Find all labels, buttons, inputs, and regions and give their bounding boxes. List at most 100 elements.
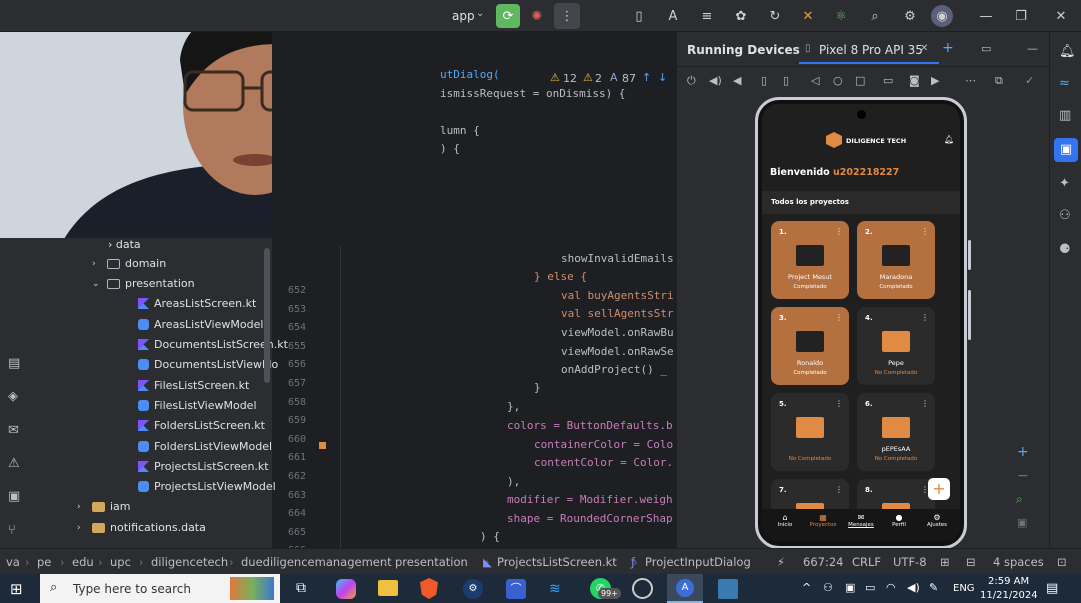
breadcrumb-item[interactable]: edu	[72, 555, 94, 569]
settings-icon[interactable]: ⚙	[899, 5, 921, 27]
windows-start-icon[interactable]: ⊞	[10, 580, 23, 598]
zoom-fit-icon[interactable]: ⌕	[1016, 492, 1023, 507]
project-card[interactable]: 4. ⋮ Pepe No Completado	[857, 307, 935, 385]
restore-icon[interactable]: ❐	[1010, 5, 1032, 27]
breadcrumb-item[interactable]: presentation	[395, 555, 468, 569]
phone-screen[interactable]: DILIGENCE TECH 🔔︎ Bienvenido u202218227 …	[762, 104, 960, 541]
window-icon[interactable]: ▭	[981, 42, 991, 55]
steam-icon[interactable]: ⚙	[463, 579, 483, 599]
tree-item[interactable]: FoldersListScreen.kt	[138, 419, 265, 432]
code-line[interactable]: shape = RoundedCornerShap	[507, 512, 673, 525]
rotate-left-icon[interactable]: ▯	[761, 74, 767, 87]
device-manager-tool-icon[interactable]: ⚇	[1059, 208, 1071, 223]
nav-item-mensajes[interactable]: ✉ Mensajes	[842, 513, 880, 528]
clock-date[interactable]: 11/21/2024	[980, 590, 1038, 601]
next-highlight-icon[interactable]: ↓	[658, 71, 667, 84]
code-line[interactable]: contentColor = Color.	[534, 456, 673, 469]
more-vert-icon[interactable]: ⋮	[835, 313, 843, 322]
file-encoding[interactable]: UTF-8	[893, 555, 927, 569]
code-line[interactable]: viewModel.onRawBu	[561, 326, 674, 339]
code-line[interactable]: ismissRequest = onDismiss) {	[440, 87, 625, 100]
terminal-icon[interactable]: ▣	[8, 489, 20, 504]
profiler-icon[interactable]: ≡	[696, 5, 718, 27]
code-line[interactable]: showInvalidEmails	[561, 252, 674, 265]
android-studio-task[interactable]: A	[667, 574, 703, 603]
power-icon[interactable]: ⏻	[687, 74, 696, 88]
code-line[interactable]: },	[507, 400, 520, 413]
chevron-right-icon[interactable]: ›	[92, 259, 102, 269]
rotate-right-icon[interactable]: ▯	[783, 74, 789, 87]
volume-up-icon[interactable]: ◀)	[709, 74, 722, 87]
screenshot-icon[interactable]: ◙	[909, 74, 920, 87]
file-explorer-icon[interactable]	[378, 580, 398, 596]
more-vert-icon[interactable]: ⋮	[921, 313, 929, 322]
layers-icon[interactable]: ≋	[549, 581, 561, 597]
git-icon[interactable]: ⑂	[8, 523, 16, 538]
tree-item[interactable]: DocumentsListViewMo	[138, 358, 278, 371]
more-vert-icon[interactable]: ⋮	[921, 227, 929, 236]
line-separator[interactable]: CRLF	[852, 555, 881, 569]
check-icon[interactable]: ✓	[1025, 74, 1034, 87]
add-device-icon[interactable]: +	[942, 40, 954, 56]
breadcrumb-item[interactable]: diligencetech	[151, 555, 228, 569]
action-center-icon[interactable]: ▤	[1046, 581, 1058, 596]
chevron-down-icon[interactable]: ⌄	[476, 8, 484, 19]
warning-count[interactable]: 12	[563, 72, 577, 85]
code-line[interactable]: onAddProject() _	[561, 363, 667, 376]
reader-mode-icon[interactable]: ⊞	[940, 555, 950, 569]
zoom-actual-icon[interactable]: ▣	[1017, 516, 1027, 529]
code-line[interactable]: ),	[507, 475, 520, 488]
color-preview-icon[interactable]	[319, 442, 326, 449]
android-icon[interactable]: ⚛	[830, 5, 852, 27]
tree-item[interactable]: AreasListScreen.kt	[138, 297, 256, 310]
code-line[interactable]: ) {	[480, 530, 500, 543]
minimize-panel-icon[interactable]: —	[1027, 42, 1038, 55]
breadcrumb-item[interactable]: ProjectInputDialog	[645, 555, 751, 569]
zoom-out-icon[interactable]: −	[1017, 468, 1029, 484]
tray-icon[interactable]: ▭	[865, 581, 875, 594]
phone-side-button[interactable]	[968, 240, 971, 270]
code-line[interactable]: containerColor = Colo	[534, 438, 673, 451]
tree-item-data-partial[interactable]: › data	[108, 238, 141, 251]
record-icon[interactable]: ▶	[931, 74, 939, 87]
breadcrumb-item[interactable]: va	[6, 555, 20, 569]
tree-item[interactable]: AreasListViewModel	[138, 318, 263, 331]
gemini-icon[interactable]: ✦	[1059, 176, 1070, 191]
avatar-icon[interactable]: ◉	[931, 5, 953, 27]
running-devices-tool-icon[interactable]: ▣	[1054, 138, 1078, 162]
tree-item[interactable]: › domain	[92, 257, 166, 270]
more-options-icon[interactable]: ⋯	[965, 74, 976, 87]
volume-icon[interactable]: ◀)	[907, 581, 920, 594]
nav-item-ajustes[interactable]: ⚙ Ajustes	[918, 513, 956, 528]
volume-down-icon[interactable]: ◀	[733, 74, 741, 87]
lock-icon[interactable]: ⊡	[1057, 555, 1067, 569]
tray-app-icon[interactable]: ⚇	[823, 581, 833, 594]
no-issues-icon[interactable]: ⚡	[777, 555, 785, 569]
tree-item[interactable]: ProjectsListViewModel	[138, 480, 276, 493]
build-icon[interactable]: ✕	[797, 5, 819, 27]
phone-volume-button[interactable]	[968, 290, 971, 340]
weak-warning-count[interactable]: 2	[595, 72, 602, 85]
code-line[interactable]: val buyAgentsStri	[561, 289, 674, 302]
cursor-position[interactable]: 667:24	[803, 555, 843, 569]
tree-item[interactable]: FilesListViewModel	[138, 399, 257, 412]
app-window-icon[interactable]	[718, 579, 738, 599]
app-icon[interactable]: ⌒	[506, 579, 526, 599]
tree-item[interactable]: ProjectsListScreen.kt	[138, 460, 269, 473]
code-line[interactable]: lumn {	[440, 124, 480, 137]
project-card[interactable]: 5. ⋮ No Completado	[771, 393, 849, 471]
more-vert-icon[interactable]: ⋮	[835, 485, 843, 494]
project-card[interactable]: 6. ⋮ pEPEsAA No Completado	[857, 393, 935, 471]
more-icon[interactable]: ⋮	[554, 3, 580, 29]
chevron-right-icon[interactable]: ›	[77, 523, 87, 533]
indent-setting[interactable]: 4 spaces	[993, 555, 1044, 569]
notifications-icon[interactable]: 🔔︎	[1059, 44, 1076, 59]
chevron-right-icon[interactable]: ›	[77, 502, 87, 512]
tree-item[interactable]: › iam	[77, 500, 131, 513]
project-card[interactable]: 1. ⋮ Project Mesut Completado	[771, 221, 849, 299]
sync-icon[interactable]: ↻	[764, 5, 786, 27]
code-line[interactable]: viewModel.onRawSe	[561, 345, 674, 358]
translate-icon[interactable]: A	[662, 5, 684, 27]
copilot-icon[interactable]	[336, 579, 356, 599]
tab-pixel-8-pro[interactable]: ▯ Pixel 8 Pro API 35	[799, 38, 939, 64]
